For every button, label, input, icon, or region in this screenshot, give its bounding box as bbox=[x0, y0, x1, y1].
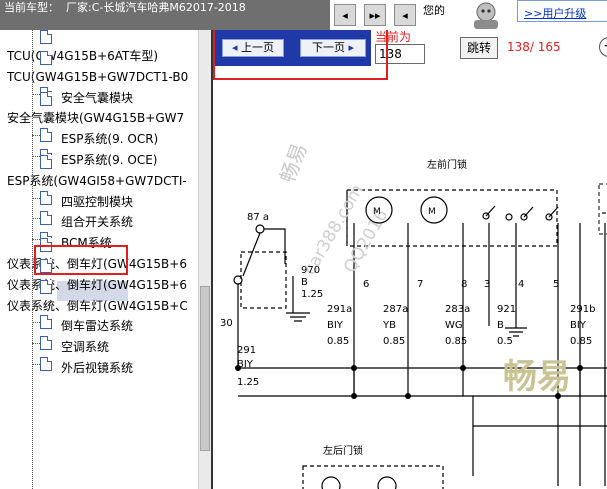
document-icon bbox=[40, 92, 52, 107]
tree-connector bbox=[32, 135, 40, 137]
tree-item[interactable]: 仪表系统、倒车灯(GW4G15B+C bbox=[7, 296, 188, 316]
tree-connector bbox=[32, 218, 40, 220]
tree-scrollbar-thumb[interactable] bbox=[200, 286, 210, 451]
front-motor-2-label: M bbox=[428, 207, 436, 217]
current-model-title: 当前车型： 厂家:C-长城汽车哈弗M62017-2018 bbox=[0, 0, 330, 30]
mascot-icon bbox=[474, 2, 498, 29]
tree-connector bbox=[32, 30, 33, 489]
tree-connector bbox=[32, 156, 40, 157]
nav-next-button[interactable]: ▸▸ bbox=[364, 4, 386, 26]
watermark-text-2: 畅易 bbox=[503, 357, 571, 397]
tree-scrollbar[interactable] bbox=[198, 30, 211, 489]
document-icon bbox=[40, 190, 52, 205]
conn-pin-3: 3 bbox=[484, 279, 490, 290]
wire-label-size: 0.85 bbox=[383, 336, 405, 347]
wire-label-size: 0.85 bbox=[445, 336, 467, 347]
tree-item[interactable]: TCU(GW4G15B+GW7DCT1-B0 bbox=[7, 67, 188, 87]
wire-label-color: BIY bbox=[327, 320, 344, 331]
front-lock-title: 左前门锁 bbox=[427, 158, 467, 171]
tree-item[interactable]: 空调系统 bbox=[61, 337, 109, 357]
wire-970-number: 970 bbox=[301, 265, 320, 276]
nav-back-button[interactable]: ◂ bbox=[394, 4, 416, 26]
watermark-text-1: 畅易 bbox=[275, 140, 311, 186]
document-icon bbox=[40, 357, 52, 371]
tree-item[interactable]: 外后视镜系统 bbox=[61, 358, 133, 378]
relay-pin-label: 87 a bbox=[247, 212, 269, 223]
tree-connector bbox=[32, 197, 40, 199]
conn-pin-5: 5 bbox=[553, 279, 559, 290]
wire-label-num: 283a bbox=[445, 304, 470, 315]
selected-item-highlight-box bbox=[34, 245, 128, 275]
user-upgrade-link[interactable]: >>用户升级 bbox=[517, 0, 607, 22]
jump-button[interactable]: 跳转 bbox=[460, 37, 498, 59]
tree-item[interactable]: ESP系统(9. OCE) bbox=[61, 150, 157, 170]
wire-label-color: YB bbox=[382, 320, 396, 331]
wire-label-size: 0.85 bbox=[570, 336, 592, 347]
tree-item[interactable]: 倒车雷达系统 bbox=[61, 316, 133, 336]
page-count: 138/ 165 bbox=[507, 40, 561, 54]
conn-pin-4: 4 bbox=[518, 279, 524, 290]
wire-label-num: 291a bbox=[327, 304, 352, 315]
tree-item[interactable]: ESP系统(9. OCR) bbox=[61, 129, 158, 149]
front-motor-1-label: M bbox=[373, 207, 381, 217]
zoom-in-icon[interactable]: + bbox=[599, 37, 607, 57]
tree-connector bbox=[32, 239, 40, 241]
wire-291-number: 291 bbox=[237, 345, 256, 356]
wire-label-num: 291b bbox=[570, 304, 595, 315]
wire-label-color: WG bbox=[445, 320, 463, 331]
rear-lock-title: 左后门锁 bbox=[323, 444, 363, 457]
wire-970-color: B bbox=[301, 277, 308, 288]
tree-item[interactable]: 安全气囊模块(GW4G15B+GW7 bbox=[7, 108, 184, 128]
document-icon bbox=[40, 336, 52, 351]
wire-291-size: 1.25 bbox=[237, 377, 259, 388]
wiring-diagram: 畅易 car388.com QQ2016 畅易 左前门锁 左后门锁 M M 87… bbox=[220, 140, 607, 489]
wire-label-num: 921 bbox=[497, 304, 516, 315]
diagram-panel: ◂ 上一页 下一页 ▸ 当前为 跳转 138/ 165 + bbox=[211, 30, 607, 489]
tree-item[interactable]: 四驱控制模块 bbox=[61, 192, 133, 212]
nav-first-button[interactable]: ◂ bbox=[334, 4, 356, 26]
wire-label-size: 0.5 bbox=[497, 336, 513, 347]
tree-item[interactable]: 组合开关系统 bbox=[61, 212, 133, 232]
tree-item[interactable]: ESP系统(GW4GI58+GW7DCTI- bbox=[7, 171, 187, 191]
user-greeting: 您的 bbox=[423, 4, 445, 17]
wire-label-color: BIY bbox=[570, 320, 587, 331]
tree-connector bbox=[32, 343, 40, 345]
relay-frame bbox=[240, 251, 287, 309]
conn-pin-6: 6 bbox=[363, 279, 369, 290]
tree-item[interactable]: TCU(GW4G15B+6AT车型) bbox=[7, 46, 158, 66]
conn-pin-8: 8 bbox=[461, 279, 467, 290]
document-icon bbox=[40, 128, 52, 143]
wire-label-size: 0.85 bbox=[327, 336, 349, 347]
wire-970-size: 1.25 bbox=[301, 289, 323, 300]
top-header: 当前车型： 厂家:C-长城汽车哈弗M62017-2018 ◂ ▸▸ ◂ 您的 >… bbox=[0, 0, 607, 30]
document-icon bbox=[40, 211, 52, 226]
wire-label-num: 287a bbox=[383, 304, 408, 315]
document-icon bbox=[40, 279, 52, 294]
document-icon bbox=[40, 315, 52, 330]
tree-item[interactable]: 安全气囊模块 bbox=[61, 88, 133, 108]
document-icon bbox=[40, 30, 52, 44]
tree-connector bbox=[32, 322, 40, 324]
document-icon bbox=[40, 154, 52, 169]
tree-item[interactable]: 仪表系统、倒车灯(GW4G15B+6 bbox=[7, 275, 187, 295]
wire-291-color: BIY bbox=[237, 359, 254, 370]
document-icon bbox=[40, 50, 52, 65]
conn-pin-7: 7 bbox=[417, 279, 423, 290]
tree-connector bbox=[32, 93, 40, 95]
pin-30-label: 30 bbox=[220, 318, 233, 329]
wire-label-color: B bbox=[497, 320, 504, 331]
tree-connector bbox=[32, 364, 40, 365]
